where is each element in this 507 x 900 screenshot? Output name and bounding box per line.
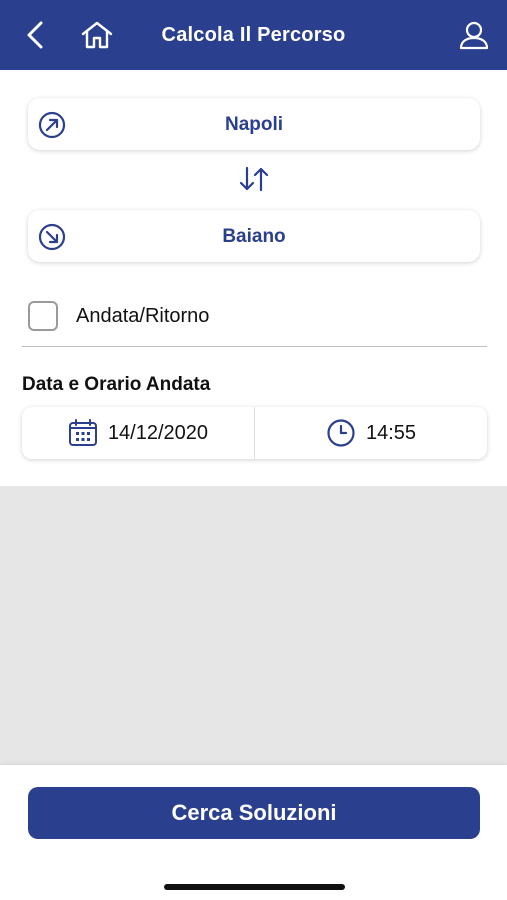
user-icon: [459, 21, 489, 50]
departure-section-title: Data e Orario Andata: [22, 374, 211, 395]
user-profile-button[interactable]: [456, 17, 492, 53]
divider: [22, 346, 487, 347]
top-app-bar: Calcola Il Percorso: [0, 0, 507, 70]
swap-vertical-icon: [239, 166, 269, 192]
arrival-station-name: Baiano: [222, 226, 286, 247]
round-trip-checkbox[interactable]: [28, 301, 58, 331]
arrival-station-field[interactable]: Baiano: [28, 210, 480, 262]
page-title: Calcola Il Percorso: [161, 24, 346, 46]
bottom-action-bar: Cerca Soluzioni: [0, 765, 507, 900]
departure-station-field[interactable]: Napoli: [28, 98, 480, 150]
departure-station-name: Napoli: [224, 114, 284, 135]
departure-time-field[interactable]: 14:55: [255, 407, 487, 459]
departure-date-field[interactable]: 14/12/2020: [22, 407, 254, 459]
round-trip-option[interactable]: Andata/Ritorno: [28, 301, 209, 331]
home-indicator[interactable]: [164, 884, 345, 890]
round-trip-label: Andata/Ritorno: [76, 304, 210, 327]
departure-date-value: 14/12/2020: [107, 421, 209, 444]
swap-stations-button[interactable]: [236, 164, 272, 194]
results-area: [0, 486, 507, 765]
departure-time-value: 14:55: [365, 421, 417, 444]
calendar-icon: [68, 419, 97, 446]
clock-icon: [327, 419, 355, 447]
departure-datetime-card: 14/12/2020 14:55: [22, 407, 487, 459]
search-solutions-button[interactable]: Cerca Soluzioni: [28, 787, 480, 839]
